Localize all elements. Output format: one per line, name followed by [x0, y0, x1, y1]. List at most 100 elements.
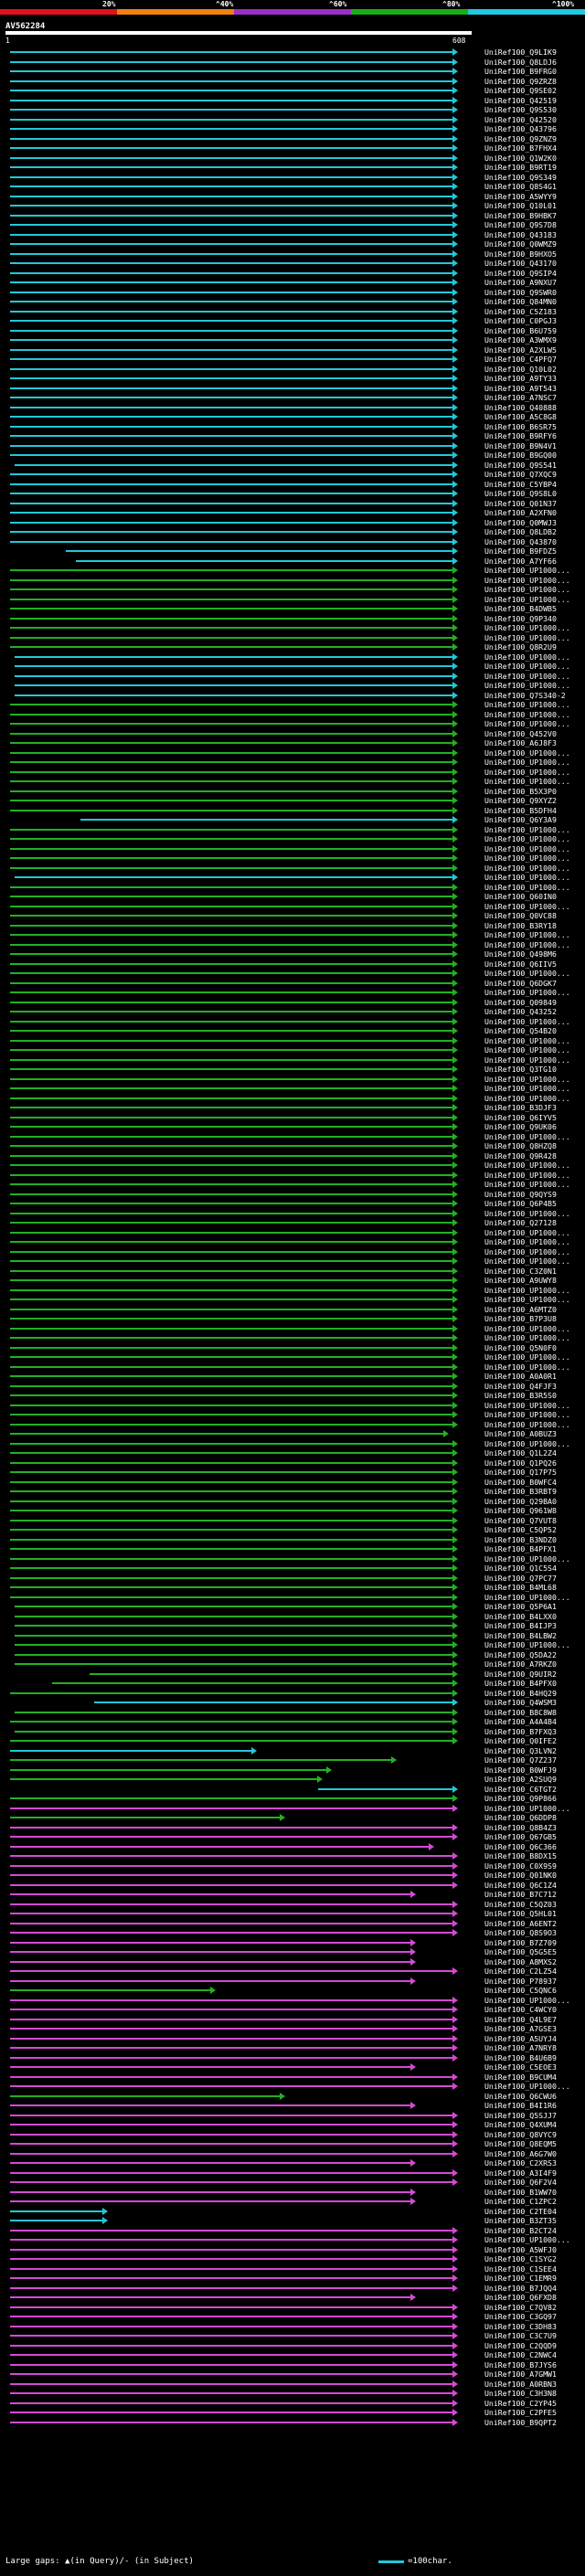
hit-alignment-bar[interactable]	[10, 2162, 411, 2164]
hit-label[interactable]: UniRef100_C0X9S9	[484, 1861, 583, 1871]
hit-label[interactable]: UniRef100_C0PGJ3	[484, 316, 583, 325]
hit-label[interactable]: UniRef100_A9NXU7	[484, 278, 583, 287]
hit-alignment-bar[interactable]	[10, 1576, 453, 1579]
hit-alignment-bar[interactable]	[10, 608, 453, 610]
hit-alignment-bar[interactable]	[10, 2258, 453, 2260]
hit-alignment-bar[interactable]	[15, 463, 453, 466]
hit-alignment-bar[interactable]	[10, 713, 453, 716]
hit-label[interactable]: UniRef100_Q9P866	[484, 1794, 583, 1803]
hit-alignment-bar[interactable]	[10, 1922, 453, 1924]
hit-alignment-bar[interactable]	[10, 521, 453, 524]
hit-label[interactable]: UniRef100_B3NDZ0	[484, 1535, 583, 1544]
hit-label[interactable]: UniRef100_Q8LDJ6	[484, 58, 583, 67]
hit-label[interactable]: UniRef100_B2CT24	[484, 2226, 583, 2235]
hit-label[interactable]: UniRef100_Q3TG10	[484, 1065, 583, 1074]
hit-label[interactable]: UniRef100_C4WCY0	[484, 2005, 583, 2014]
hit-alignment-bar[interactable]	[10, 1538, 453, 1541]
hit-alignment-bar[interactable]	[10, 1778, 318, 1780]
hit-label[interactable]: UniRef100_Q40888	[484, 403, 583, 412]
hit-label[interactable]: UniRef100_Q01N37	[484, 499, 583, 508]
hit-label[interactable]: UniRef100_Q9S530	[484, 105, 583, 114]
hit-alignment-bar[interactable]	[10, 742, 453, 744]
hit-alignment-bar[interactable]	[10, 271, 453, 274]
hit-alignment-bar[interactable]	[10, 1970, 453, 1972]
hit-alignment-bar[interactable]	[10, 1500, 453, 1502]
hit-label[interactable]: UniRef100_UP1000...	[484, 969, 583, 978]
hit-alignment-bar[interactable]	[10, 1797, 453, 1799]
hit-alignment-bar[interactable]	[10, 1087, 453, 1089]
hit-label[interactable]: UniRef100_B4I1R6	[484, 2101, 583, 2110]
hit-label[interactable]: UniRef100_B4ML68	[484, 1583, 583, 1592]
hit-alignment-bar[interactable]	[317, 1787, 453, 1790]
hit-label[interactable]: UniRef100_UP1000...	[484, 585, 583, 594]
hit-alignment-bar[interactable]	[15, 674, 453, 677]
hit-alignment-bar[interactable]	[10, 809, 453, 811]
hit-label[interactable]: UniRef100_C5EOE3	[484, 2062, 583, 2072]
hit-alignment-bar[interactable]	[10, 924, 453, 927]
hit-alignment-bar[interactable]	[10, 2200, 411, 2202]
hit-alignment-bar[interactable]	[10, 252, 453, 255]
hit-alignment-bar[interactable]	[10, 1471, 453, 1473]
hit-alignment-bar[interactable]	[10, 790, 453, 792]
hit-alignment-bar[interactable]	[10, 310, 453, 313]
hit-label[interactable]: UniRef100_Q54B20	[484, 1026, 583, 1035]
hit-alignment-bar[interactable]	[10, 828, 453, 831]
hit-alignment-bar[interactable]	[10, 1874, 453, 1876]
hit-label[interactable]: UniRef100_UP1000...	[484, 1333, 583, 1342]
hit-alignment-bar[interactable]	[10, 1989, 211, 1991]
hit-alignment-bar[interactable]	[10, 1979, 411, 1982]
hit-alignment-bar[interactable]	[10, 1913, 453, 1914]
hit-label[interactable]: UniRef100_Q0IFE2	[484, 1736, 583, 1745]
hit-label[interactable]: UniRef100_C1EMR9	[484, 2274, 583, 2283]
hit-label[interactable]: UniRef100_B3RY18	[484, 921, 583, 930]
hit-label[interactable]: UniRef100_UP1000...	[484, 1237, 583, 1246]
hit-alignment-bar[interactable]	[10, 2325, 453, 2327]
hit-alignment-bar[interactable]	[10, 2248, 453, 2251]
hit-alignment-bar[interactable]	[10, 482, 453, 485]
hit-label[interactable]: UniRef100_A7YF66	[484, 557, 583, 566]
hit-alignment-bar[interactable]	[10, 1404, 453, 1406]
hit-label[interactable]: UniRef100_Q1L2Z4	[484, 1448, 583, 1458]
hit-alignment-bar[interactable]	[10, 1510, 453, 1511]
hit-label[interactable]: UniRef100_UP1000...	[484, 853, 583, 863]
hit-label[interactable]: UniRef100_P78937	[484, 1977, 583, 1986]
hit-alignment-bar[interactable]	[10, 1951, 411, 1953]
hit-alignment-bar[interactable]	[10, 224, 453, 226]
hit-label[interactable]: UniRef100_Q29BA0	[484, 1497, 583, 1506]
hit-alignment-bar[interactable]	[10, 2335, 453, 2337]
hit-alignment-bar[interactable]	[10, 1250, 453, 1253]
hit-label[interactable]: UniRef100_Q7S340-2	[484, 691, 583, 700]
hit-label[interactable]: UniRef100_C1SEE4	[484, 2264, 583, 2274]
hit-alignment-bar[interactable]	[10, 128, 453, 130]
hit-alignment-bar[interactable]	[10, 617, 453, 620]
hit-alignment-bar[interactable]	[10, 1077, 453, 1080]
hit-label[interactable]: UniRef100_A7GSE3	[484, 2024, 583, 2033]
hit-label[interactable]: UniRef100_A7NSC7	[484, 393, 583, 402]
hit-label[interactable]: UniRef100_UP1000...	[484, 825, 583, 834]
hit-label[interactable]: UniRef100_B9QPT2	[484, 2418, 583, 2427]
hit-alignment-bar[interactable]	[10, 2267, 453, 2270]
hit-label[interactable]: UniRef100_Q9SWR0	[484, 288, 583, 297]
hit-alignment-bar[interactable]	[15, 1653, 453, 1656]
hit-label[interactable]: UniRef100_B8DX15	[484, 1851, 583, 1860]
hit-alignment-bar[interactable]	[10, 2277, 453, 2279]
hit-label[interactable]: UniRef100_UP1000...	[484, 844, 583, 853]
hit-alignment-bar[interactable]	[10, 444, 453, 447]
hit-label[interactable]: UniRef100_C5YBP4	[484, 480, 583, 489]
hit-alignment-bar[interactable]	[10, 847, 453, 850]
hit-alignment-bar[interactable]	[10, 2344, 453, 2347]
hit-label[interactable]: UniRef100_C2XRS3	[484, 2158, 583, 2168]
hit-label[interactable]: UniRef100_B7JQQ4	[484, 2284, 583, 2293]
hit-alignment-bar[interactable]	[10, 1529, 453, 1531]
hit-alignment-bar[interactable]	[10, 186, 453, 187]
hit-alignment-bar[interactable]	[10, 896, 453, 897]
hit-alignment-bar[interactable]	[10, 1154, 453, 1157]
hit-label[interactable]: UniRef100_C2LZ54	[484, 1966, 583, 1976]
hit-alignment-bar[interactable]	[10, 435, 453, 437]
hit-label[interactable]: UniRef100_Q43252	[484, 1007, 583, 1016]
hit-label[interactable]: UniRef100_Q4FJF3	[484, 1382, 583, 1391]
hit-label[interactable]: UniRef100_B9GQ00	[484, 451, 583, 460]
hit-label[interactable]: UniRef100_B5DFH4	[484, 806, 583, 815]
hit-label[interactable]: UniRef100_A9T543	[484, 384, 583, 393]
hit-label[interactable]: UniRef100_B9CUM4	[484, 2072, 583, 2082]
